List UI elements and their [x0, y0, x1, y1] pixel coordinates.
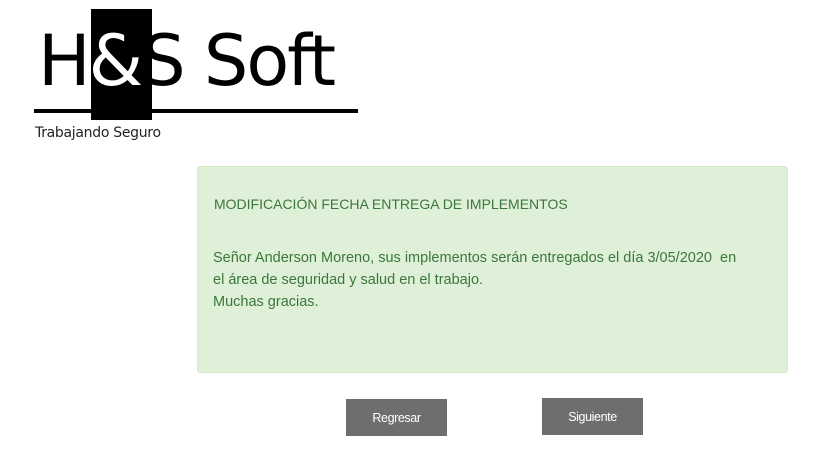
message-title: MODIFICACIÓN FECHA ENTREGA DE IMPLEMENTO… [214, 196, 568, 212]
logo-s-soft: S Soft [141, 20, 336, 102]
logo-tagline: Trabajando Seguro [35, 125, 161, 141]
company-logo: H&S Soft Trabajando Seguro [34, 8, 360, 144]
message-line-1: Señor Anderson Moreno, sus implementos s… [213, 250, 737, 266]
message-body: Señor Anderson Moreno, sus implementos s… [213, 247, 778, 313]
logo-underline [34, 109, 358, 113]
logo-wordmark: H&S Soft [38, 20, 336, 102]
logo-letter-h: H [38, 20, 91, 102]
back-button[interactable]: Regresar [346, 399, 447, 436]
message-line-2: el área de seguridad y salud en el traba… [213, 272, 484, 288]
success-message-panel: MODIFICACIÓN FECHA ENTREGA DE IMPLEMENTO… [197, 166, 788, 373]
logo-ampersand: & [88, 20, 144, 102]
next-button[interactable]: Siguiente [542, 398, 643, 435]
message-line-3: Muchas gracias. [213, 294, 319, 310]
